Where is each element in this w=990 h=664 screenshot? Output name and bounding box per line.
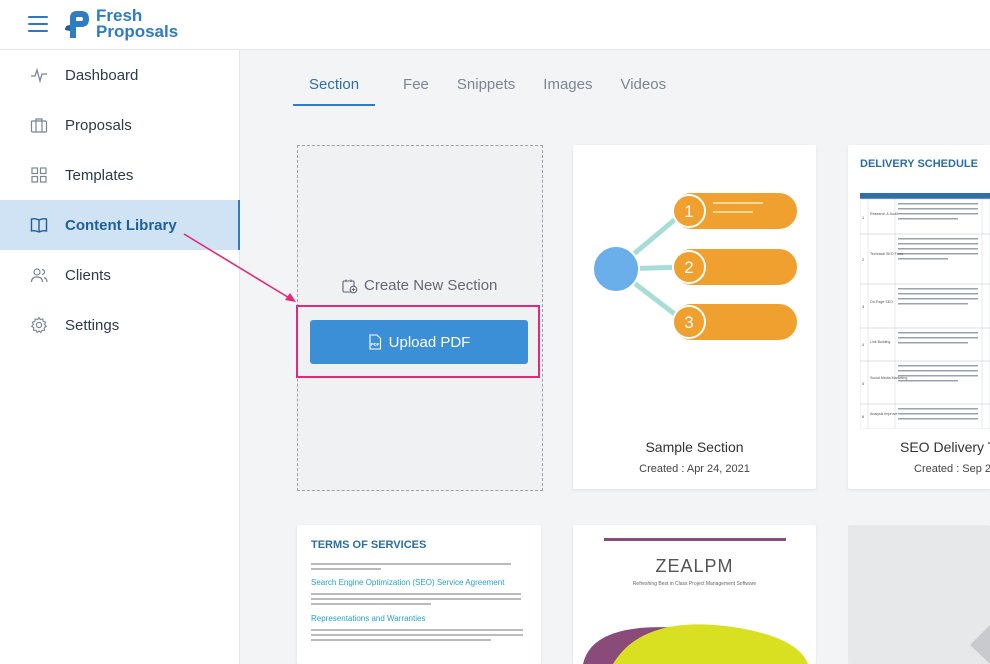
doc-heading: TERMS OF SERVICES: [311, 539, 427, 551]
sidebar-item-label: Dashboard: [65, 66, 139, 84]
section-card[interactable]: DELIVERY SCHEDULE 1 2 3 4 5 6 Research &…: [848, 145, 990, 489]
top-bar: Fresh Proposals: [0, 0, 990, 50]
briefcase-icon: [30, 116, 48, 134]
pdf-icon-text: PDF: [371, 342, 380, 347]
row-label: On-Page SEO: [870, 300, 893, 304]
row-number: 6: [862, 414, 865, 419]
doc-subheading: Search Engine Optimization (SEO) Service…: [311, 578, 505, 587]
tab-images[interactable]: Images: [543, 76, 592, 106]
card-date: Created : Sep 22: [914, 463, 990, 475]
sidebar-item-label: Clients: [65, 266, 111, 284]
row-number: 4: [862, 342, 865, 347]
row-label: Link Building: [870, 340, 890, 344]
section-card[interactable]: TERMS OF SERVICES Search Engine Optimiza…: [297, 525, 541, 664]
book-icon: [30, 216, 48, 234]
doc-tagline: Refreshing Best in Class Project Managem…: [632, 581, 757, 587]
delivery-table-preview: 1 2 3 4 5 6 Research & Audit Technical S…: [860, 193, 990, 429]
sidebar-item-settings[interactable]: Settings: [0, 300, 239, 350]
doc-graphic: [583, 624, 808, 664]
sidebar-item-proposals[interactable]: Proposals: [0, 100, 239, 150]
sidebar: Dashboard Proposals Templates Content Li…: [0, 50, 240, 664]
sidebar-item-label: Proposals: [65, 116, 132, 134]
step-number: 2: [684, 258, 693, 277]
row-label: Technical SEO Fixes: [870, 252, 903, 256]
sidebar-item-label: Settings: [65, 316, 120, 334]
doc-heading: ZEALPM: [655, 556, 734, 576]
new-section-card: Create New Section PDF Upload PDF: [296, 145, 543, 491]
sidebar-item-clients[interactable]: Clients: [0, 250, 239, 300]
tab-section[interactable]: Section: [293, 76, 376, 106]
create-new-section-link[interactable]: Create New Section: [342, 277, 497, 294]
doc-heading: DELIVERY SCHEDULE: [860, 158, 978, 170]
row-label: Research & Audit: [870, 212, 898, 216]
row-number: 5: [862, 381, 865, 386]
step-number: 3: [684, 313, 693, 332]
content-tabs: Section Fee Snippets Images Videos: [293, 76, 694, 106]
section-card[interactable]: ZEALPM Refreshing Best in Class Project …: [573, 525, 816, 664]
logo-line2: Proposals: [96, 22, 179, 41]
card-date: Created : Apr 24, 2021: [639, 463, 750, 475]
placeholder-icon: [970, 625, 990, 664]
sidebar-item-label: Content Library: [65, 216, 177, 234]
upload-pdf-button[interactable]: PDF Upload PDF: [310, 320, 528, 364]
tab-snippets[interactable]: Snippets: [457, 76, 515, 106]
card-title: SEO Delivery T: [900, 439, 990, 455]
gear-icon: [30, 316, 48, 334]
main-content: Section Fee Snippets Images Videos Creat…: [240, 50, 990, 664]
step-number: 1: [684, 202, 693, 221]
sidebar-item-templates[interactable]: Templates: [0, 150, 239, 200]
doc-subheading: Representations and Warranties: [311, 614, 426, 623]
card-title: Sample Section: [645, 439, 744, 455]
create-new-section-label: Create New Section: [364, 277, 498, 294]
hamburger-menu-icon[interactable]: [28, 16, 48, 32]
sidebar-item-content-library[interactable]: Content Library: [0, 200, 240, 250]
app-logo[interactable]: Fresh Proposals: [64, 7, 179, 41]
section-thumbnail: 1 2 3: [592, 193, 797, 340]
calendar-add-icon: [342, 278, 358, 294]
upload-pdf-label: Upload PDF: [388, 333, 471, 351]
row-number: 2: [862, 257, 865, 262]
doc-rule: [604, 538, 786, 541]
sidebar-item-label: Templates: [65, 166, 134, 184]
row-label: Analysis Improve: [870, 412, 897, 416]
logo-mark-icon: [64, 8, 92, 40]
row-label: Social Media Marketing: [870, 376, 907, 380]
pulse-icon: [30, 66, 48, 84]
row-number: 3: [862, 304, 865, 309]
tab-videos[interactable]: Videos: [620, 76, 666, 106]
tab-fee[interactable]: Fee: [403, 76, 429, 106]
sidebar-item-dashboard[interactable]: Dashboard: [0, 50, 239, 100]
section-card[interactable]: [848, 525, 990, 664]
grid-icon: [30, 166, 48, 184]
users-icon: [30, 266, 48, 284]
pdf-file-icon: PDF: [368, 334, 382, 350]
row-number: 1: [862, 215, 865, 220]
section-card[interactable]: 1 2 3 Sample Section Created : Apr 24, 2…: [573, 145, 816, 489]
